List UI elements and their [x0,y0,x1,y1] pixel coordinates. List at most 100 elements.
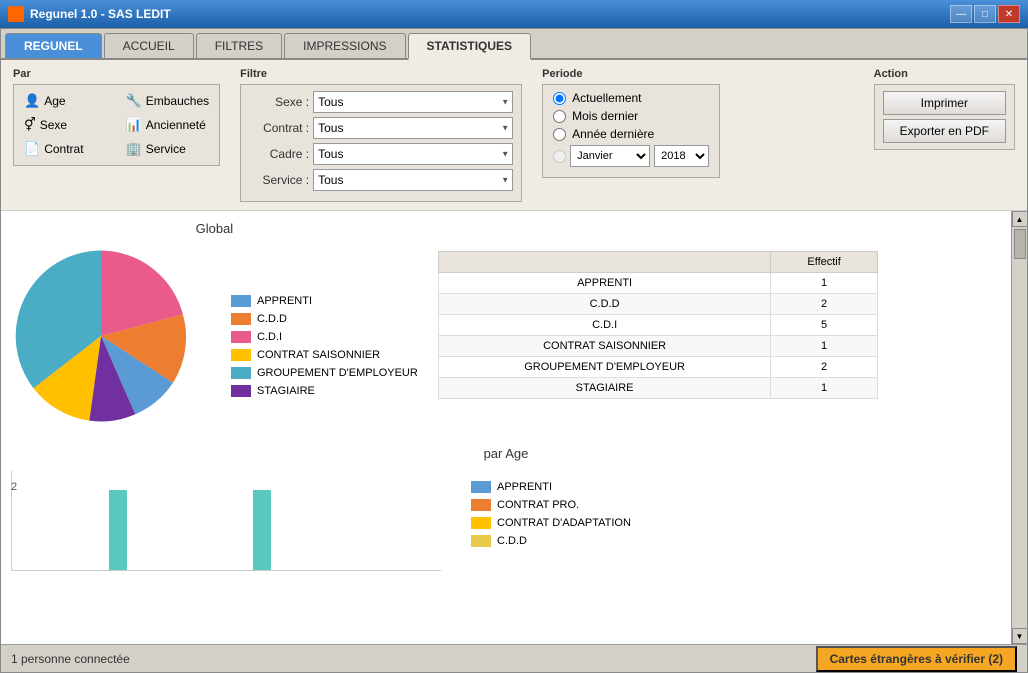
radio-custom: JanvierFévrierMars AvrilMaiJuin JuilletA… [553,145,709,167]
row-apprenti-value: 1 [771,273,877,294]
filtre-sexe-select[interactable]: TousHommeFemme [313,91,513,113]
par-grid: 👤 Age 🔧 Embauches ⚥ Sexe 📊 [20,91,213,159]
tab-accueil[interactable]: ACCUEIL [104,33,194,58]
radio-actuellement-input[interactable] [553,92,566,105]
legend-stagiaire-color [231,385,251,397]
row-cdd-value: 2 [771,294,877,315]
legend-cdi-color [231,331,251,343]
table-header-label [438,252,771,273]
legend-apprenti-color [231,295,251,307]
row-stagiaire-value: 1 [771,378,877,399]
table-row: STAGIAIRE 1 [438,378,877,399]
bar-legend-apprenti-color [471,481,491,493]
tab-regunel[interactable]: REGUNEL [5,33,102,58]
bar-legend-contrat-pro-label: CONTRAT PRO. [497,499,579,511]
table-row: CONTRAT SAISONNIER 1 [438,336,877,357]
legend-groupement: GROUPEMENT D'EMPLOYEUR [231,367,418,379]
contrat-icon: 📄 [24,141,40,157]
stats-table: Effectif APPRENTI 1 [438,251,878,399]
radio-custom-input[interactable] [553,150,566,163]
legend-cdi-label: C.D.I [257,331,282,343]
filtre-title: Filtre [240,68,522,80]
par-embauches[interactable]: 🔧 Embauches [122,91,214,111]
embauches-icon: 🔧 [126,93,142,109]
par-age-label: Age [44,94,65,108]
chart-area: Global [1,211,1011,644]
row-stagiaire-label: STAGIAIRE [438,378,771,399]
filtre-cadre-wrapper: Tous [313,143,513,165]
radio-mois-dernier-label: Mois dernier [572,109,638,123]
row-groupement-label: GROUPEMENT D'EMPLOYEUR [438,357,771,378]
bar-legend-contrat-adaptation: CONTRAT D'ADAPTATION [471,517,631,529]
par-contrat[interactable]: 📄 Contrat [20,139,112,159]
bar-col-4 [109,490,127,570]
radio-actuellement-label: Actuellement [572,91,641,105]
filtre-cadre-select[interactable]: Tous [313,143,513,165]
filtre-sexe-wrapper: TousHommeFemme [313,91,513,113]
filtre-service-select[interactable]: Tous [313,169,513,191]
periode-section: Periode Actuellement Mois dernier Année … [542,68,720,178]
pie-container: Global [11,221,418,426]
bar-legend: APPRENTI CONTRAT PRO. CONTRAT D'ADAPTATI… [471,481,631,547]
filtre-cadre-row: Cadre : Tous [249,143,513,165]
radio-mois-dernier-input[interactable] [553,110,566,123]
year-select[interactable]: 201820172016 [654,145,709,167]
legend-saisonnier-color [231,349,251,361]
sexe-icon: ⚥ [24,117,36,133]
right-scrollbar: ▲ ▼ [1011,211,1027,644]
tab-impressions[interactable]: IMPRESSIONS [284,33,405,58]
row-apprenti-label: APPRENTI [438,273,771,294]
scrollbar-thumb[interactable] [1014,229,1026,259]
legend-stagiaire-label: STAGIAIRE [257,385,315,397]
par-anciennete[interactable]: 📊 Ancienneté [122,115,214,135]
main-content-row: Global [1,211,1027,644]
table-row: C.D.I 5 [438,315,877,336]
legend-apprenti: APPRENTI [231,295,418,307]
bar-legend-apprenti-label: APPRENTI [497,481,552,493]
pie-legend: APPRENTI C.D.D C.D.I [231,295,418,397]
filtre-contrat-wrapper: Tous [313,117,513,139]
close-button[interactable]: ✕ [998,5,1020,23]
bar-title: par Age [11,446,1001,461]
tab-filtres[interactable]: FILTRES [196,33,282,58]
window-controls: — □ ✕ [950,5,1020,23]
scrollbar-up-button[interactable]: ▲ [1012,211,1028,227]
legend-saisonnier-label: CONTRAT SAISONNIER [257,349,380,361]
filtre-contrat-label: Contrat : [249,121,309,135]
par-section: Par 👤 Age 🔧 Embauches ⚥ Sexe [13,68,220,166]
bar-chart [11,471,441,571]
bar-legend-cdd-label: C.D.D [497,535,527,547]
par-sexe[interactable]: ⚥ Sexe [20,115,112,135]
par-service[interactable]: 🏢 Service [122,139,214,159]
global-title: Global [196,221,234,236]
par-service-label: Service [146,142,186,156]
radio-annee-derniere-input[interactable] [553,128,566,141]
bar-legend-contrat-pro: CONTRAT PRO. [471,499,631,511]
radio-actuellement: Actuellement [553,91,709,105]
main-content-inner: Global [1,211,1011,644]
status-bar: 1 personne connectée Cartes étrangères à… [1,644,1027,672]
bar-y-label: 2 [11,481,17,493]
par-embauches-label: Embauches [146,94,209,108]
anciennete-icon: 📊 [126,117,142,133]
filtre-cadre-label: Cadre : [249,147,309,161]
row-saisonnier-label: CONTRAT SAISONNIER [438,336,771,357]
bar-legend-cdd: C.D.D [471,535,631,547]
tab-statistiques[interactable]: STATISTIQUES [408,33,532,60]
legend-saisonnier: CONTRAT SAISONNIER [231,349,418,361]
filtre-section: Filtre Sexe : TousHommeFemme Contrat : [240,68,522,202]
par-age[interactable]: 👤 Age [20,91,112,111]
table-row: APPRENTI 1 [438,273,877,294]
bar-chart-wrapper: 2 [11,471,441,571]
exporter-pdf-button[interactable]: Exporter en PDF [883,119,1006,143]
par-contrat-label: Contrat [44,142,83,156]
scrollbar-down-button[interactable]: ▼ [1012,628,1028,644]
action-section: Action Imprimer Exporter en PDF [874,68,1015,150]
imprimer-button[interactable]: Imprimer [883,91,1006,115]
maximize-button[interactable]: □ [974,5,996,23]
month-select[interactable]: JanvierFévrierMars AvrilMaiJuin JuilletA… [570,145,650,167]
minimize-button[interactable]: — [950,5,972,23]
filtre-contrat-select[interactable]: Tous [313,117,513,139]
bar-legend-contrat-pro-color [471,499,491,511]
alert-button[interactable]: Cartes étrangères à vérifier (2) [816,646,1017,672]
